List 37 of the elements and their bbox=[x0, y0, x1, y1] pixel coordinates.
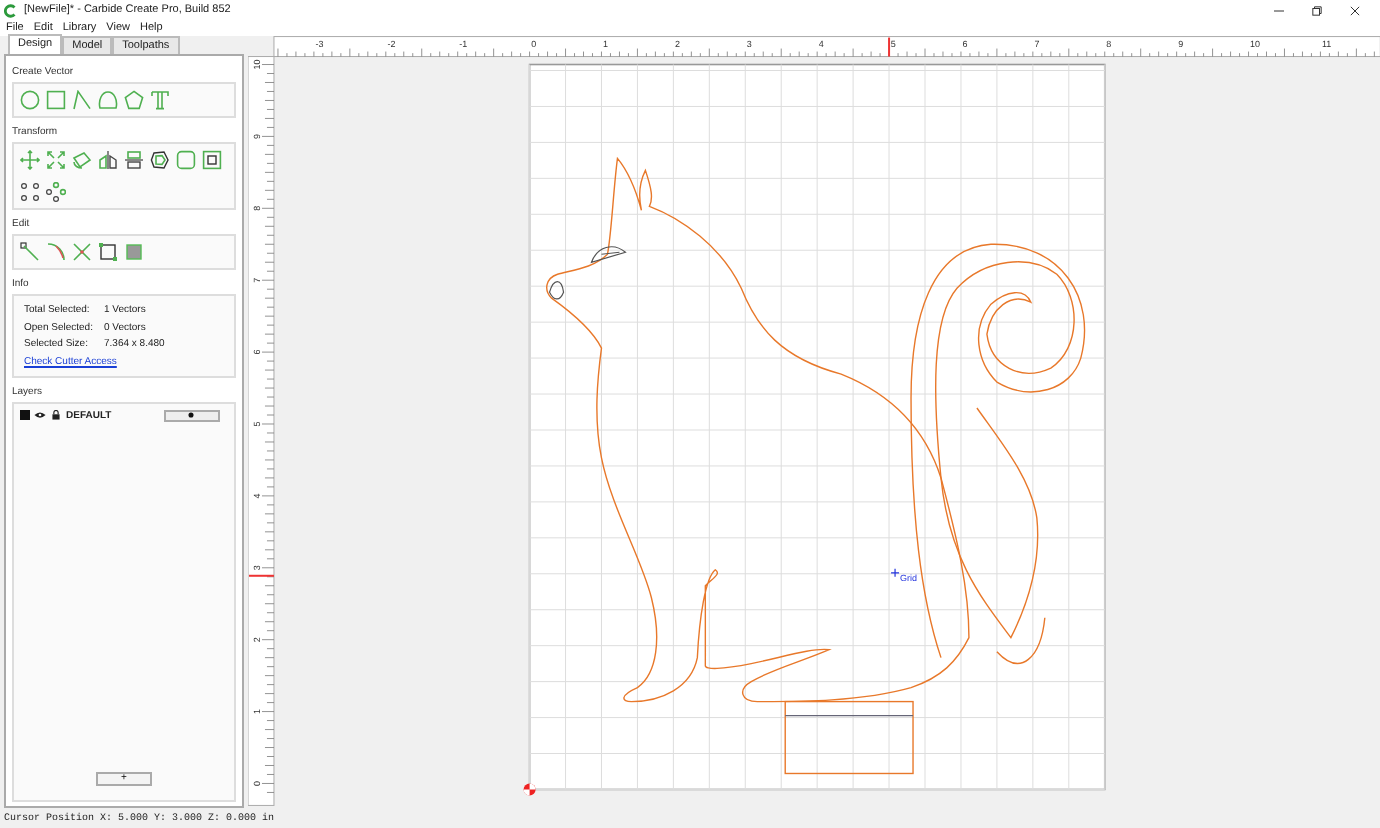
minimize-icon[interactable] bbox=[1274, 5, 1284, 15]
layer-options-button[interactable] bbox=[163, 409, 220, 421]
polygon-icon[interactable] bbox=[124, 90, 144, 110]
resize-arrows-icon[interactable] bbox=[46, 150, 66, 170]
square-nodes-icon[interactable] bbox=[98, 242, 118, 262]
dots-diamond-icon[interactable] bbox=[46, 182, 66, 202]
eye-icon[interactable] bbox=[34, 410, 46, 420]
close-icon[interactable] bbox=[1350, 5, 1360, 15]
filled-square-icon[interactable] bbox=[124, 242, 144, 262]
node-arrow-icon[interactable] bbox=[20, 242, 40, 262]
polyline-icon[interactable] bbox=[72, 90, 92, 110]
cursor-marker bbox=[887, 37, 890, 57]
mirror-icon[interactable] bbox=[98, 150, 118, 170]
cat-outline-drawing[interactable] bbox=[545, 157, 1085, 703]
cross-lines-icon[interactable] bbox=[72, 242, 92, 262]
offset-icon[interactable] bbox=[150, 150, 170, 170]
dots-grid-icon[interactable] bbox=[20, 182, 40, 202]
cat-nose-drawing bbox=[548, 281, 564, 300]
curve-icon[interactable] bbox=[46, 242, 66, 262]
origin-marker-icon bbox=[523, 783, 536, 796]
circle-icon[interactable] bbox=[20, 90, 40, 110]
align-icon[interactable] bbox=[124, 150, 144, 170]
lock-icon[interactable] bbox=[50, 410, 62, 420]
text-tool-icon[interactable] bbox=[150, 90, 170, 110]
restore-icon[interactable] bbox=[1312, 5, 1322, 15]
move-arrows-icon[interactable] bbox=[20, 150, 40, 170]
app-logo-icon bbox=[4, 3, 18, 17]
inset-square-icon[interactable] bbox=[202, 150, 222, 170]
rotate-icon[interactable] bbox=[72, 150, 92, 170]
layer-color-swatch[interactable] bbox=[20, 410, 30, 420]
cat-eye-drawing bbox=[590, 246, 626, 263]
curve-shape-icon[interactable] bbox=[98, 90, 118, 110]
grid-origin-icon bbox=[890, 568, 900, 578]
rectangle-shape[interactable] bbox=[784, 700, 914, 775]
dot-icon bbox=[188, 412, 195, 418]
cursor-marker bbox=[248, 574, 274, 577]
square-icon[interactable] bbox=[46, 90, 66, 110]
